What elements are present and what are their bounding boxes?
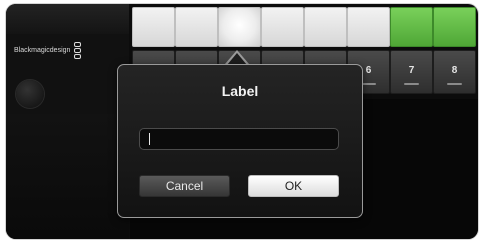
- top-cell-3-selected[interactable]: [218, 7, 261, 47]
- ok-button[interactable]: OK: [248, 175, 339, 197]
- left-panel-header: [6, 4, 129, 34]
- text-cursor: [149, 133, 150, 145]
- cell-indicator: [404, 83, 419, 85]
- top-cell-2[interactable]: [175, 7, 218, 47]
- label-dialog: Label Cancel OK: [117, 64, 363, 218]
- cell-indicator: [361, 83, 376, 85]
- top-cell-6[interactable]: [347, 7, 390, 47]
- label-input[interactable]: [139, 128, 339, 150]
- cell-indicator: [447, 83, 462, 85]
- bottom-cell-7[interactable]: 7: [390, 50, 433, 94]
- cell-label: 7: [408, 65, 415, 76]
- cancel-button[interactable]: Cancel: [139, 175, 230, 197]
- cell-label: 8: [451, 65, 458, 76]
- dialog-title: Label: [221, 83, 259, 99]
- top-cell-4[interactable]: [261, 7, 304, 47]
- top-cell-1[interactable]: [132, 7, 175, 47]
- brand-name: Blackmagicdesign: [14, 47, 71, 54]
- dial-knob[interactable]: [16, 80, 44, 108]
- top-cell-8-active[interactable]: [433, 7, 476, 47]
- brand-logo: Blackmagicdesign: [14, 42, 82, 59]
- blackmagic-logo-icon: [74, 42, 82, 59]
- left-panel-lower: [6, 114, 129, 239]
- top-cell-7-active[interactable]: [390, 7, 433, 47]
- app-window: Blackmagicdesign 6 7 8 Label Cancel OK: [6, 4, 478, 239]
- top-cell-5[interactable]: [304, 7, 347, 47]
- bottom-cell-8[interactable]: 8: [433, 50, 476, 94]
- left-panel: Blackmagicdesign: [6, 4, 129, 239]
